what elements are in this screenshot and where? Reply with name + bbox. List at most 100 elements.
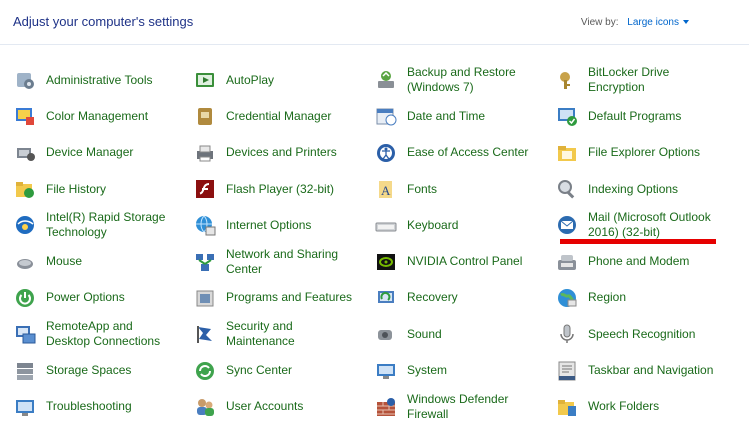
control-panel-item-phone-modem[interactable]: Phone and Modem (542, 243, 729, 279)
control-panel-item-storage-spaces[interactable]: Storage Spaces (0, 352, 180, 388)
control-panel-item-devices-printers[interactable]: Devices and Printers (180, 135, 361, 171)
control-panel-item-security-maintenance[interactable]: Security and Maintenance (180, 316, 361, 352)
control-panel-item-label: Network and Sharing Center (226, 246, 339, 276)
control-panel-item-label: User Accounts (226, 399, 304, 414)
control-panel-item-bitlocker[interactable]: BitLocker Drive Encryption (542, 62, 729, 98)
control-panel-item-label: Programs and Features (226, 290, 353, 305)
control-panel-item-programs-features[interactable]: Programs and Features (180, 280, 361, 316)
control-panel-item-label: Date and Time (407, 108, 486, 123)
bitlocker-icon (556, 69, 578, 91)
control-panel-item-label: Credential Manager (226, 108, 332, 123)
control-panel-item-troubleshooting[interactable]: Troubleshooting (0, 389, 180, 425)
control-panel-item-keyboard[interactable]: Keyboard (361, 207, 542, 243)
control-panel-item-label: Region (588, 290, 627, 305)
control-panel-item-mouse[interactable]: Mouse (0, 243, 180, 279)
control-panel-item-label: File History (46, 181, 107, 196)
control-panel-item-label: NVIDIA Control Panel (407, 254, 523, 269)
control-panel-item-label: Color Management (46, 108, 149, 123)
file-explorer-options-icon (556, 142, 578, 164)
view-by-value: Large icons (627, 17, 679, 28)
control-panel-item-label: Recovery (407, 290, 458, 305)
control-panel-item-label: Indexing Options (588, 181, 679, 196)
control-panel-item-file-explorer-options[interactable]: File Explorer Options (542, 135, 729, 171)
control-panel-item-remoteapp[interactable]: RemoteApp and Desktop Connections (0, 316, 180, 352)
default-programs-icon (556, 105, 578, 127)
control-panel-item-indexing-options[interactable]: Indexing Options (542, 171, 729, 207)
control-panel-item-nvidia[interactable]: NVIDIA Control Panel (361, 243, 542, 279)
control-panel-item-admin-tools[interactable]: Administrative Tools (0, 62, 180, 98)
control-panel-item-label: Speech Recognition (588, 326, 696, 341)
intel-rst-icon (14, 214, 36, 236)
control-panel-item-intel-rst[interactable]: Intel(R) Rapid Storage Technology (0, 207, 180, 243)
control-panel-item-sound[interactable]: Sound (361, 316, 542, 352)
control-panel-item-label: BitLocker Drive Encryption (588, 65, 670, 95)
control-panel-item-network-sharing[interactable]: Network and Sharing Center (180, 243, 361, 279)
control-panel-item-label: Intel(R) Rapid Storage Technology (46, 210, 166, 240)
sync-center-icon (194, 360, 216, 382)
control-panel-item-label: Mouse (46, 254, 83, 269)
backup-restore-icon (375, 69, 397, 91)
phone-modem-icon (556, 251, 578, 273)
control-panel-item-default-programs[interactable]: Default Programs (542, 98, 729, 134)
control-panel-item-date-time[interactable]: Date and Time (361, 98, 542, 134)
control-panel-item-ease-of-access[interactable]: Ease of Access Center (361, 135, 542, 171)
page-title: Adjust your computer's settings (13, 14, 194, 29)
speech-recognition-icon (556, 323, 578, 345)
power-options-icon (14, 287, 36, 309)
nvidia-icon (375, 251, 397, 273)
control-panel-item-label: System (407, 363, 448, 378)
control-panel-item-label: RemoteApp and Desktop Connections (46, 319, 161, 349)
user-accounts-icon (194, 396, 216, 418)
control-panel-item-label: Devices and Printers (226, 145, 337, 160)
keyboard-icon (375, 214, 397, 236)
control-panel-item-label: Administrative Tools (46, 72, 153, 87)
control-panel-item-label: Work Folders (588, 399, 660, 414)
fonts-icon: A (375, 178, 397, 200)
control-panel-item-label: Storage Spaces (46, 363, 132, 378)
control-panel-item-credential-manager[interactable]: Credential Manager (180, 98, 361, 134)
view-by-dropdown[interactable]: Large icons (627, 17, 689, 28)
work-folders-icon (556, 396, 578, 418)
control-panel-item-sync-center[interactable]: Sync Center (180, 352, 361, 388)
security-maintenance-icon (194, 323, 216, 345)
control-panel-item-label: Windows Defender Firewall (407, 391, 509, 421)
control-panel-item-power-options[interactable]: Power Options (0, 280, 180, 316)
recovery-icon (375, 287, 397, 309)
network-sharing-icon (194, 251, 216, 273)
control-panel-item-recovery[interactable]: Recovery (361, 280, 542, 316)
control-panel-item-file-history[interactable]: File History (0, 171, 180, 207)
sound-icon (375, 323, 397, 345)
control-panel-item-color-management[interactable]: Color Management (0, 98, 180, 134)
control-panel-item-autoplay[interactable]: AutoPlay (180, 62, 361, 98)
control-panel-item-fonts[interactable]: A Fonts (361, 171, 542, 207)
control-panel-item-user-accounts[interactable]: User Accounts (180, 389, 361, 425)
mouse-icon (14, 251, 36, 273)
control-panel-item-label: File Explorer Options (588, 145, 701, 160)
control-panel-item-firewall[interactable]: Windows Defender Firewall (361, 389, 542, 425)
svg-text:A: A (381, 183, 391, 198)
control-panel-item-system[interactable]: System (361, 352, 542, 388)
control-panel-item-internet-options[interactable]: Internet Options (180, 207, 361, 243)
credential-manager-icon (194, 105, 216, 127)
color-management-icon (14, 105, 36, 127)
control-panel-item-label: AutoPlay (226, 72, 275, 87)
file-history-icon (14, 178, 36, 200)
control-panel-item-taskbar-navigation[interactable]: Taskbar and Navigation (542, 352, 729, 388)
chevron-down-icon (683, 20, 689, 25)
control-panel-item-label: Backup and Restore (Windows 7) (407, 65, 516, 95)
header-divider (0, 44, 749, 45)
control-panel-item-flash-player[interactable]: Flash Player (32-bit) (180, 171, 361, 207)
control-panel-item-region[interactable]: Region (542, 280, 729, 316)
troubleshooting-icon (14, 396, 36, 418)
control-panel-item-device-manager[interactable]: Device Manager (0, 135, 180, 171)
annotation-underline (560, 239, 716, 244)
control-panel-item-label: Ease of Access Center (407, 145, 529, 160)
control-panel-window: Adjust your computer's settings View by:… (0, 0, 749, 446)
control-panel-item-backup-restore[interactable]: Backup and Restore (Windows 7) (361, 62, 542, 98)
control-panel-item-label: Internet Options (226, 217, 312, 232)
mail-icon (556, 214, 578, 236)
control-panel-item-work-folders[interactable]: Work Folders (542, 389, 729, 425)
control-panel-item-label: Device Manager (46, 145, 134, 160)
internet-options-icon (194, 214, 216, 236)
control-panel-item-speech-recognition[interactable]: Speech Recognition (542, 316, 729, 352)
